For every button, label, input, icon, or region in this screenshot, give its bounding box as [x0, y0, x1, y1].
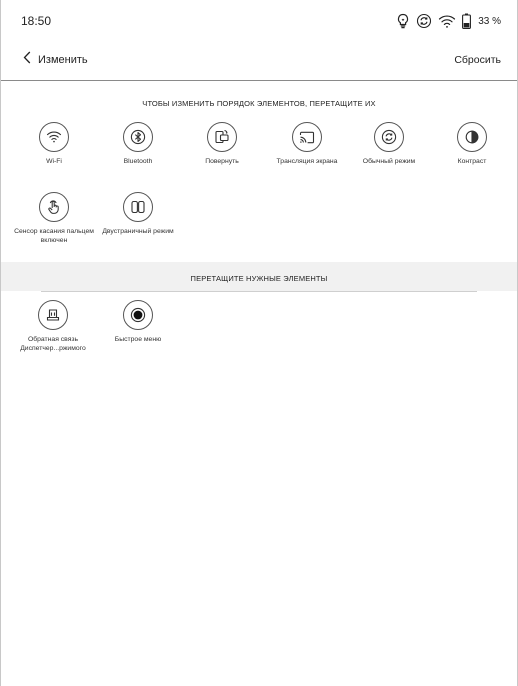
rotate-icon [207, 122, 237, 152]
bluetooth-icon [123, 122, 153, 152]
header-divider [1, 80, 517, 81]
tile-label: Обратная связь Диспетчер...ржимого [20, 336, 86, 352]
status-icons: 33 % [396, 13, 501, 29]
refresh-mode-icon [374, 122, 404, 152]
status-time: 18:50 [21, 14, 52, 28]
cast-icon [292, 122, 322, 152]
tile-screen-cast[interactable]: Трансляция экрана [263, 122, 351, 167]
available-section-title: ПЕРЕТАЩИТЕ НУЖНЫЕ ЭЛЕМЕНТЫ [190, 274, 328, 283]
feedback-icon [38, 300, 68, 330]
battery-percent: 33 % [478, 15, 501, 27]
tile-bluetooth[interactable]: Bluetooth [98, 122, 178, 167]
tile-label: Обычный режим [362, 158, 416, 165]
lightbulb-icon [396, 13, 410, 29]
status-bar: 18:50 33 % [1, 0, 517, 42]
active-section-title: ЧТОБЫ ИЗМЕНИТЬ ПОРЯДОК ЭЛЕМЕНТОВ, ПЕРЕТА… [142, 99, 376, 108]
tile-quick-menu[interactable]: Быстрое меню [98, 300, 178, 345]
tile-touch-sensor[interactable]: Сенсор касания пальцем включен [14, 192, 94, 245]
tile-dual-page[interactable]: Двустраничный режим [98, 192, 178, 237]
tile-label: Двустраничный режим [102, 228, 174, 235]
tile-label: Сенсор касания пальцем включен [14, 228, 94, 244]
battery-icon [462, 13, 472, 29]
tile-feedback[interactable]: Обратная связь Диспетчер...ржимого [10, 300, 96, 353]
tile-normal-mode[interactable]: Обычный режим [348, 122, 430, 167]
tile-label: Трансляция экрана [276, 158, 338, 165]
tile-wifi[interactable]: Wi-Fi [14, 122, 94, 167]
quick-settings-edit-screen: 18:50 33 % Изменить Сбросить ЧТОБЫ ИЗМЕН… [0, 0, 518, 686]
tile-label: Контраст [457, 158, 487, 165]
tile-rotate[interactable]: Повернуть [182, 122, 262, 167]
contrast-icon [457, 122, 487, 152]
page-title: Изменить [38, 54, 88, 66]
wifi-icon [39, 122, 69, 152]
sync-icon [416, 13, 432, 29]
section-divider [41, 291, 477, 292]
quick-menu-icon [123, 300, 153, 330]
tile-label: Повернуть [205, 158, 239, 165]
tile-label: Bluetooth [123, 158, 153, 165]
back-button[interactable]: Изменить [23, 51, 88, 69]
tile-contrast[interactable]: Контраст [432, 122, 512, 167]
tile-label: Быстрое меню [114, 336, 162, 343]
wifi-icon [438, 14, 456, 29]
header: Изменить Сбросить [1, 48, 517, 72]
touch-hand-icon [39, 192, 69, 222]
reset-button[interactable]: Сбросить [454, 54, 501, 66]
chevron-left-icon [23, 51, 31, 69]
tile-label: Wi-Fi [46, 158, 62, 165]
dual-page-icon [123, 192, 153, 222]
